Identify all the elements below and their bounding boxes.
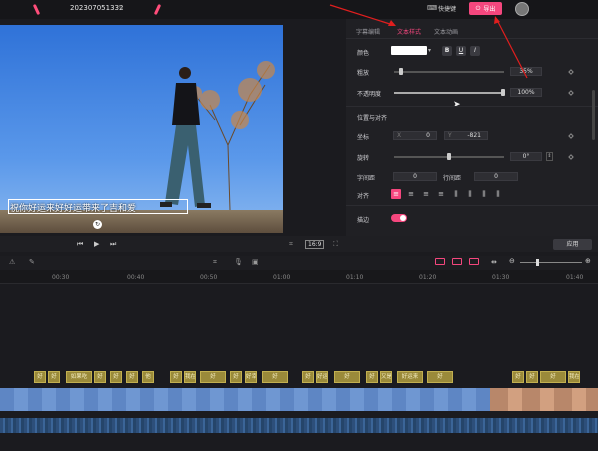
arrow-line bbox=[496, 19, 528, 79]
arrow-head bbox=[388, 20, 396, 26]
arrow-line bbox=[329, 4, 394, 26]
annotation-arrows bbox=[329, 4, 528, 79]
